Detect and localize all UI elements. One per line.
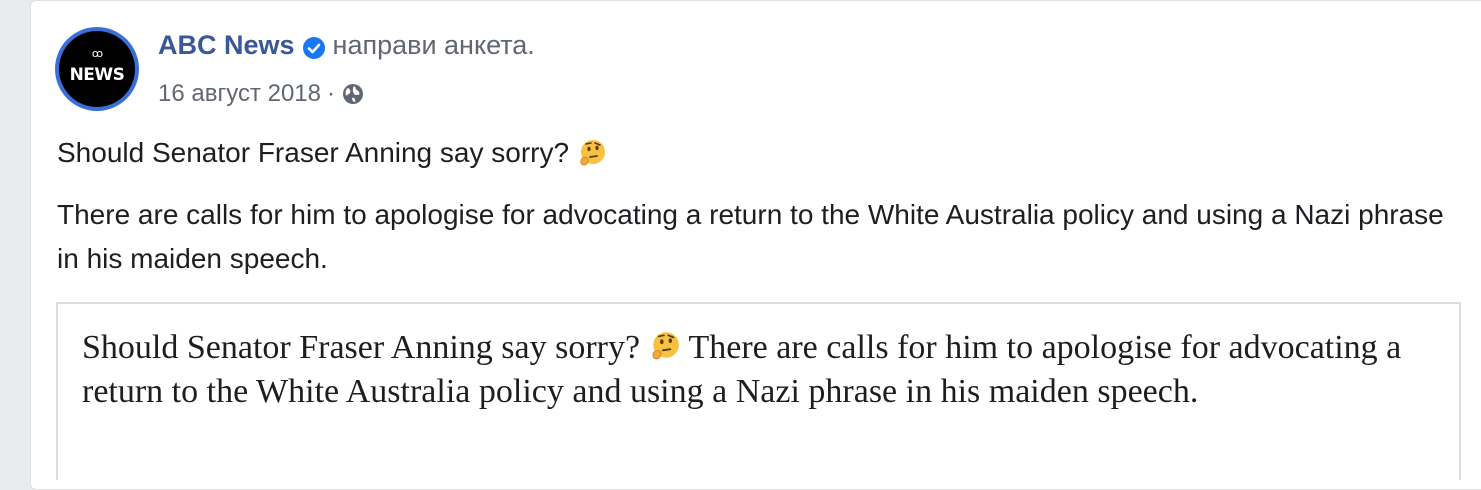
poll-embed-preview[interactable]: Should Senator Fraser Anning say sorry? … xyxy=(56,302,1461,480)
post-header: ABC News направи анкета. xyxy=(158,30,535,61)
avatar-label: NEWS xyxy=(69,65,125,85)
avatar-logo-circle: ꝏ NEWS xyxy=(59,31,135,107)
thinking-face-emoji-icon xyxy=(577,138,607,168)
post-body-text: There are calls for him to apologise for… xyxy=(57,199,1444,274)
page-avatar[interactable]: ꝏ NEWS xyxy=(55,27,139,111)
post-title-text: Should Senator Fraser Anning say sorry? xyxy=(57,137,570,168)
post-timestamp-link[interactable]: 16 август 2018 xyxy=(158,80,321,108)
meta-separator: · xyxy=(327,80,335,107)
thinking-face-emoji-icon xyxy=(649,330,681,362)
globe-icon[interactable] xyxy=(341,82,365,106)
embed-text: Should Senator Fraser Anning say sorry? … xyxy=(82,326,1432,414)
author-name-link[interactable]: ABC News xyxy=(158,30,295,61)
embed-text-part1: Should Senator Fraser Anning say sorry? xyxy=(82,329,641,366)
verified-badge-icon xyxy=(302,35,325,59)
abc-logo-icon: ꝏ xyxy=(91,47,103,60)
post-title: Should Senator Fraser Anning say sorry? xyxy=(57,137,607,169)
post-meta: 16 август 2018 · xyxy=(158,80,365,108)
post-action-text: направи анкета. xyxy=(332,30,535,60)
